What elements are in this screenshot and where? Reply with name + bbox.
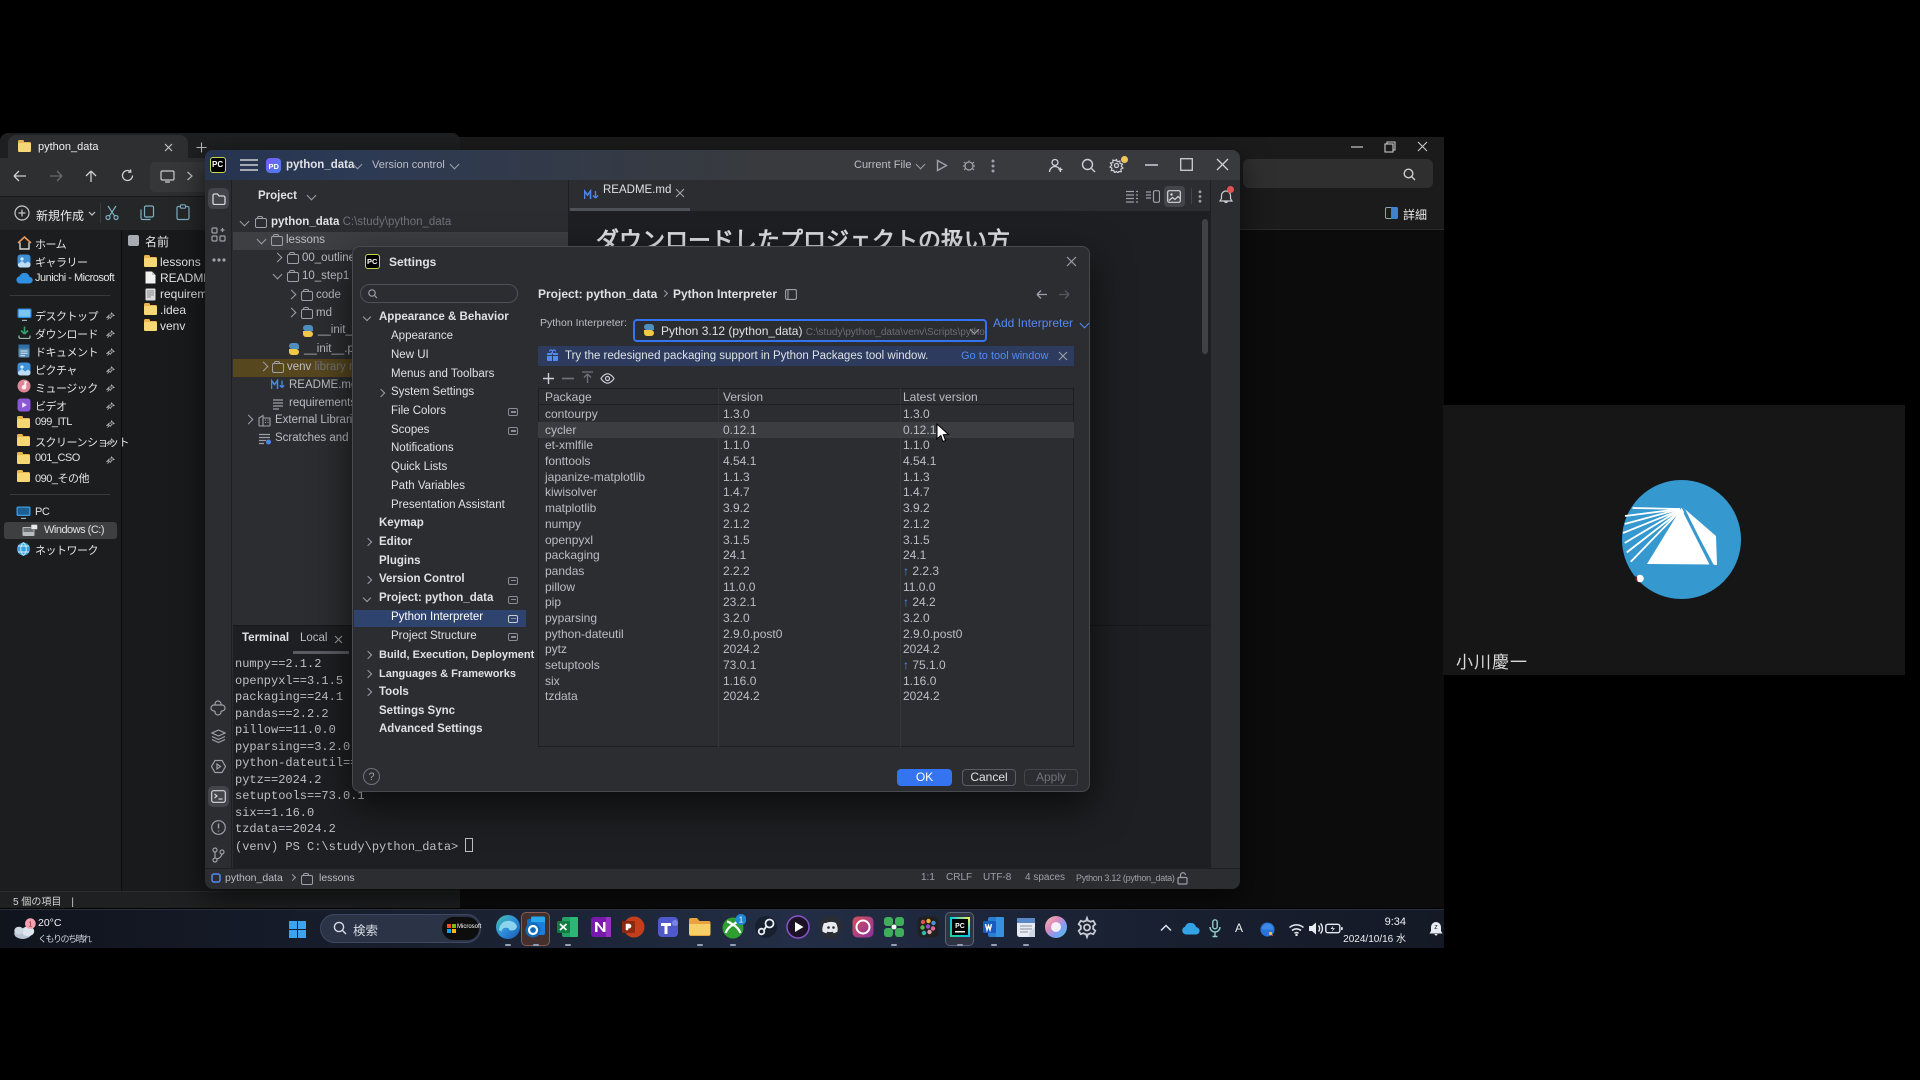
svg-text:PC: PC	[955, 923, 965, 930]
svg-text:z: z	[1434, 924, 1438, 931]
svg-text:1: 1	[739, 916, 744, 925]
svg-text:1: 1	[28, 921, 32, 928]
